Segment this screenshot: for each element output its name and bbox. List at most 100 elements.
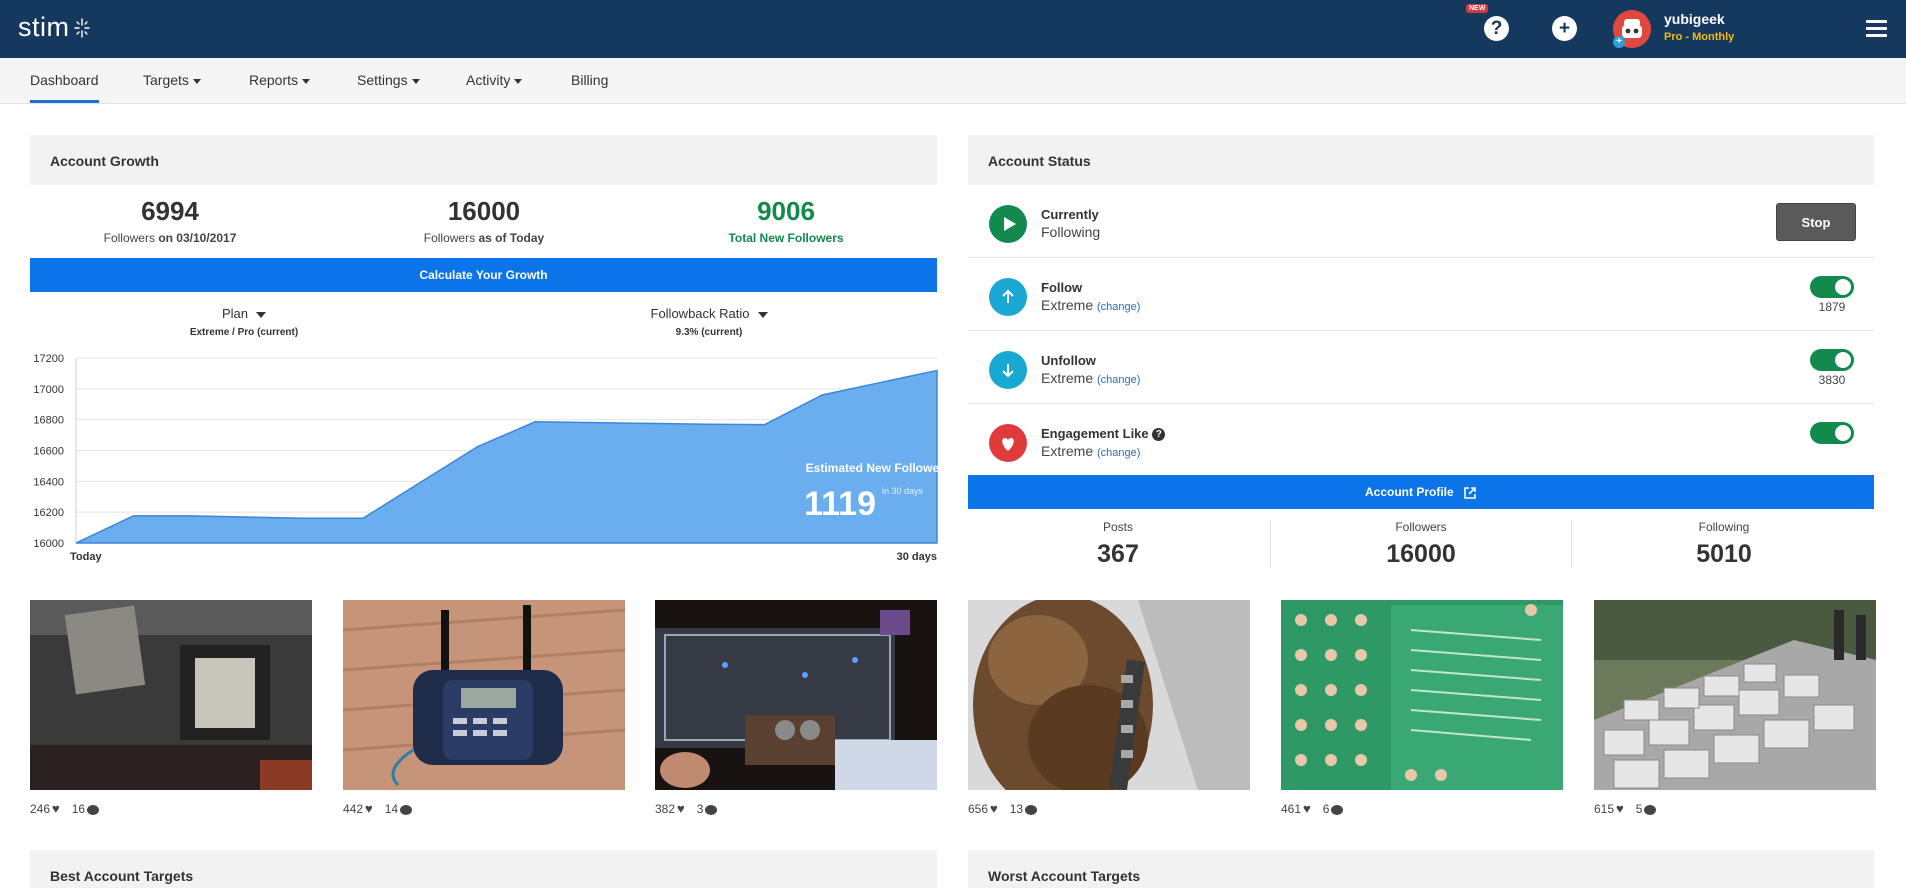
divider <box>1270 520 1271 568</box>
status-sub-value: Extreme <box>1041 443 1094 459</box>
y-tick-label: 17200 <box>33 353 64 365</box>
status-sub-value: Extreme <box>1041 297 1094 313</box>
comment-icon <box>705 804 718 815</box>
comment-icon <box>1025 804 1038 815</box>
estimate-label: Estimated New Followers <box>806 461 940 475</box>
like-count: 461 <box>1281 802 1302 816</box>
heart-icon: ♥ <box>365 801 373 816</box>
status-row-follow: Follow Extreme (change) 1879 <box>968 258 1874 331</box>
hamburger-icon[interactable] <box>1866 20 1887 37</box>
estimate-suffix: in 30 days <box>882 486 924 496</box>
post-stats: 246 ♥ 16 <box>30 801 100 816</box>
profile-stat-followers: Followers 16000 <box>1321 520 1521 569</box>
status-sub: Extreme (change) <box>1041 297 1140 313</box>
post-image <box>1281 600 1563 790</box>
comment-count: 3 <box>696 802 704 816</box>
post-photo[interactable] <box>1594 600 1876 790</box>
avatar-badge-icon: + <box>1613 36 1625 48</box>
comment-icon <box>1644 804 1657 815</box>
unfollow-toggle[interactable] <box>1810 349 1854 371</box>
x-tick-label: 30 days <box>897 551 937 563</box>
like-count: 656 <box>968 802 989 816</box>
status-title-text: Engagement Like <box>1041 426 1149 441</box>
post-image <box>968 600 1250 790</box>
comment-icon <box>400 804 413 815</box>
heart-icon: ♥ <box>990 801 998 816</box>
x-tick-label: Today <box>70 551 102 563</box>
comment-count: 16 <box>71 802 86 816</box>
y-tick-label: 16600 <box>33 446 64 458</box>
status-row-unfollow: Unfollow Extreme (change) 3830 <box>968 331 1874 404</box>
status-sub-value: Extreme <box>1041 370 1094 386</box>
change-link[interactable]: (change) <box>1097 374 1140 386</box>
arrow-down-icon <box>989 351 1027 389</box>
post-stats: 461 ♥ 6 <box>1281 801 1344 816</box>
heart-icon: ♥ <box>1616 801 1624 816</box>
y-tick-label: 16200 <box>33 507 64 519</box>
username[interactable]: yubigeek <box>1664 11 1725 27</box>
best-account-targets-header: Best Account Targets <box>30 850 937 888</box>
follow-toggle[interactable] <box>1810 276 1854 298</box>
engagement-like-toggle[interactable] <box>1810 422 1854 444</box>
chart-y-axis: 16000 16200 16400 16600 16800 17000 17200 <box>33 353 64 550</box>
external-link-icon <box>1464 487 1476 499</box>
profile-stat-label: Followers <box>1395 520 1447 534</box>
heart-icon: ♥ <box>1303 801 1311 816</box>
follow-count: 1879 <box>1818 300 1846 314</box>
post-image <box>343 600 625 790</box>
post-image <box>30 600 312 790</box>
comment-icon <box>1331 804 1344 815</box>
growth-chart: 16000 16200 16400 16600 16800 17000 17200 Toda… <box>33 353 940 563</box>
status-sub: Extreme (change) <box>1041 443 1140 459</box>
status-row-engagement: Engagement Like ? Extreme (change) <box>968 404 1874 477</box>
heart-icon <box>989 424 1027 462</box>
change-link[interactable]: (change) <box>1097 447 1140 459</box>
status-sub: Extreme (change) <box>1041 370 1140 386</box>
post-photo[interactable] <box>343 600 625 790</box>
comment-count: 5 <box>1635 802 1643 816</box>
y-tick-label: 16000 <box>33 538 64 550</box>
comment-count: 6 <box>1322 802 1330 816</box>
like-count: 246 <box>30 802 51 816</box>
stop-button[interactable]: Stop <box>1776 203 1856 241</box>
unfollow-count: 3830 <box>1818 373 1846 387</box>
worst-account-targets-header: Worst Account Targets <box>968 850 1874 888</box>
help-icon[interactable]: ? <box>1484 16 1509 41</box>
status-title: Currently <box>1041 207 1099 222</box>
profile-stat-label: Following <box>1698 520 1750 534</box>
heart-icon: ♥ <box>677 801 685 816</box>
plan-label: Pro - Monthly <box>1664 31 1735 43</box>
y-tick-label: 16800 <box>33 415 64 427</box>
account-profile-button[interactable]: Account Profile <box>968 475 1874 509</box>
status-title: Engagement Like ? <box>1041 426 1166 442</box>
estimate-value: 1119 <box>804 485 876 523</box>
post-stats: 442 ♥ 14 <box>343 801 413 816</box>
post-photo[interactable] <box>655 600 937 790</box>
post-photo[interactable] <box>1281 600 1563 790</box>
post-stats: 615 ♥ 5 <box>1594 801 1657 816</box>
profile-stat-value: 367 <box>1097 540 1139 568</box>
like-count: 615 <box>1594 802 1615 816</box>
comment-count: 13 <box>1009 802 1024 816</box>
question-circle-icon[interactable]: ? <box>1152 428 1166 442</box>
profile-stat-value: 16000 <box>1386 540 1456 568</box>
like-count: 382 <box>655 802 676 816</box>
status-title: Follow <box>1041 280 1083 295</box>
comment-icon <box>87 804 100 815</box>
change-link[interactable]: (change) <box>1097 301 1140 313</box>
divider <box>1571 520 1572 568</box>
status-title: Unfollow <box>1041 353 1096 368</box>
add-icon[interactable]: + <box>1552 16 1577 41</box>
account-status-header: Account Status <box>968 135 1874 185</box>
profile-stat-posts: Posts 367 <box>1018 520 1218 569</box>
account-profile-label: Account Profile <box>1364 485 1454 499</box>
y-tick-label: 17000 <box>33 384 64 396</box>
post-image <box>1594 600 1876 790</box>
post-photo[interactable] <box>968 600 1250 790</box>
profile-stat-label: Posts <box>1102 520 1133 534</box>
play-icon <box>989 205 1027 243</box>
status-row-currently: Currently Following Stop <box>968 185 1874 258</box>
profile-stat-following: Following 5010 <box>1624 520 1824 569</box>
post-photo[interactable] <box>30 600 312 790</box>
new-badge: NEW <box>1466 4 1489 13</box>
